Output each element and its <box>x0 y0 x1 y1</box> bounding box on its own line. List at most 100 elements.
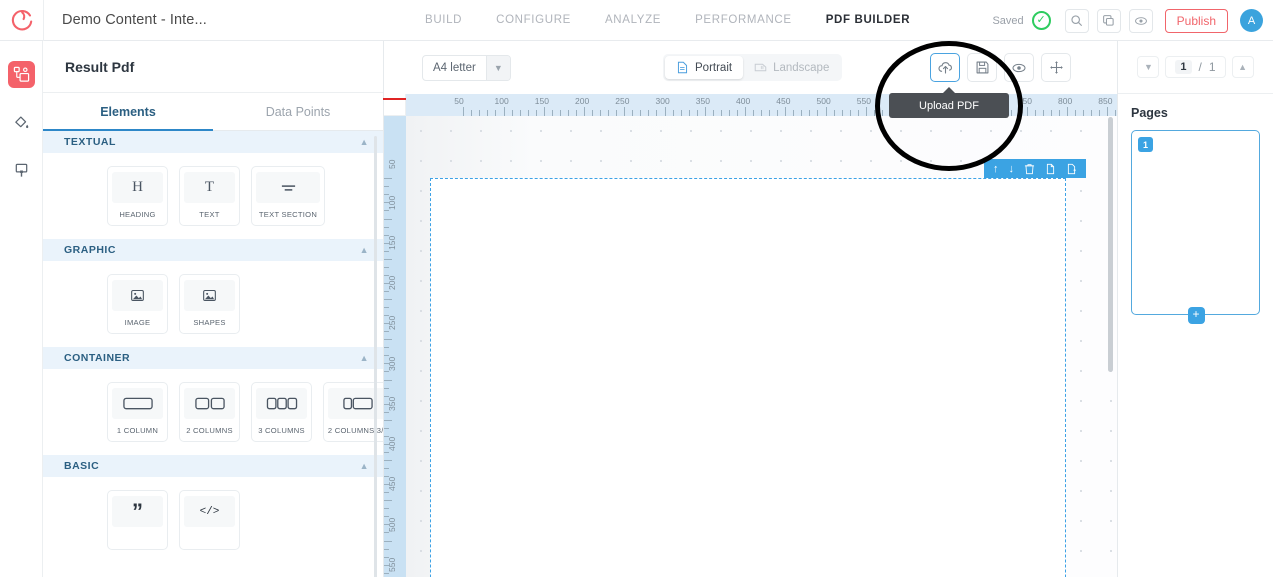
chevron-up-icon[interactable]: ▲ <box>1231 56 1254 78</box>
ruler-tick <box>384 460 392 461</box>
page-separator: / <box>1198 60 1202 74</box>
ruler-tick <box>384 572 389 574</box>
tile-row-graphic: IMAGE SHAPES <box>43 261 383 347</box>
ruler-tick-label: 200 <box>575 96 590 106</box>
chevron-down-icon[interactable]: ▼ <box>1137 56 1160 78</box>
orientation-toggle: Portrait Landscape <box>663 54 843 81</box>
page-indicator[interactable]: 1 / 1 <box>1165 56 1226 78</box>
saved-status-label: Saved <box>992 14 1024 27</box>
nav-item-performance[interactable]: PERFORMANCE <box>678 0 809 41</box>
element-tile-shapes[interactable]: SHAPES <box>179 274 240 334</box>
ruler-tick <box>384 540 392 542</box>
paint-bucket-icon[interactable] <box>8 109 35 136</box>
text-section-icon <box>256 172 320 203</box>
theme-icon[interactable] <box>8 157 35 184</box>
ruler-tick <box>745 107 746 116</box>
page-thumbnail[interactable] <box>1131 130 1260 315</box>
eye-icon[interactable] <box>1004 53 1034 82</box>
section-header-graphic[interactable]: GRAPHIC ▲ <box>43 239 383 261</box>
page-size-value: A4 letter <box>433 61 476 74</box>
orientation-landscape[interactable]: Landscape <box>743 56 840 79</box>
ruler-tick <box>384 299 392 300</box>
upload-cloud-icon[interactable] <box>930 53 960 82</box>
page-size-select[interactable]: A4 letter ▼ <box>422 54 511 81</box>
brand-logo-icon[interactable] <box>0 0 44 41</box>
elements-panel: Result Pdf Elements Data Points TEXTUAL … <box>43 41 384 577</box>
vertical-ruler: 50100150200250300350400450500550600 <box>384 116 406 577</box>
element-tile-heading[interactable]: H HEADING <box>107 166 168 226</box>
ruler-tick <box>384 371 389 373</box>
chevron-up-icon: ▲ <box>359 353 369 363</box>
publish-button[interactable]: Publish <box>1164 8 1228 33</box>
move-down-icon[interactable]: ↓ <box>1009 163 1015 175</box>
page-sheet[interactable] <box>430 178 1066 577</box>
eye-icon[interactable] <box>1128 8 1153 33</box>
section-header-container[interactable]: CONTAINER ▲ <box>43 347 383 369</box>
tile-row-textual: H HEADING T TEXT TEXT SECTION <box>43 153 383 239</box>
pages-title: Pages <box>1131 106 1168 120</box>
tab-data-points[interactable]: Data Points <box>213 93 383 130</box>
add-page-icon[interactable] <box>1066 163 1077 175</box>
ruler-tick-label: 50 <box>387 159 397 170</box>
check-circle-icon: ✓ <box>1031 11 1051 30</box>
page-canvas[interactable]: ↑ ↓ <box>406 116 1117 577</box>
ruler-tick <box>384 468 389 470</box>
element-tile-text[interactable]: T TEXT <box>179 166 240 226</box>
element-tile-text-section[interactable]: TEXT SECTION <box>251 166 325 226</box>
nav-item-build[interactable]: BUILD <box>408 0 479 41</box>
element-tile-label: TEXT <box>199 210 220 219</box>
ruler-tick <box>624 107 626 116</box>
nav-item-pdf-builder[interactable]: PDF BUILDER <box>809 0 927 41</box>
element-tile-quote[interactable]: ” QUOTE <box>107 490 168 550</box>
orientation-landscape-label: Landscape <box>773 61 830 74</box>
section-header-textual[interactable]: TEXTUAL ▲ <box>43 131 383 153</box>
search-icon[interactable] <box>1064 8 1089 33</box>
element-tile-label: HEADING <box>119 210 156 219</box>
orientation-portrait-label: Portrait <box>695 61 733 74</box>
ruler-tick <box>384 178 392 180</box>
delete-icon[interactable] <box>1024 163 1035 175</box>
ruler-tick <box>785 107 787 116</box>
ruler-tick-label: 400 <box>387 436 397 451</box>
orientation-portrait[interactable]: Portrait <box>665 56 744 79</box>
element-tile-label: IMAGE <box>124 318 151 327</box>
structure-icon[interactable] <box>7 61 35 88</box>
move-up-icon[interactable]: ↑ <box>993 163 999 175</box>
canvas-scrollbar[interactable] <box>1108 117 1113 372</box>
horizontal-ruler: 5010015020025030035040045050055060065070… <box>406 94 1117 116</box>
floppy-disk-icon[interactable] <box>967 53 997 82</box>
nav-item-analyze[interactable]: ANALYZE <box>588 0 678 41</box>
avatar[interactable]: A <box>1240 9 1263 32</box>
chevron-up-icon: ▲ <box>359 137 369 147</box>
duplicate-icon[interactable] <box>1045 163 1056 175</box>
element-tile-2-columns[interactable]: 2 COLUMNS <box>179 382 240 442</box>
ruler-tick-label: 750 <box>1017 96 1032 106</box>
document-title: Demo Content - Inte... <box>62 12 207 28</box>
chevron-up-icon: ▲ <box>359 245 369 255</box>
element-tile-3-columns[interactable]: 3 COLUMNS <box>251 382 312 442</box>
element-tile-label: 1 COLUMN <box>116 426 159 435</box>
move-arrows-icon[interactable] <box>1041 53 1071 82</box>
ruler-tick <box>384 218 392 220</box>
tile-row-container: 1 COLUMN 2 COLUMNS 3 COLUMNS 2 COLUMNS 3… <box>43 369 383 455</box>
upload-pdf-tooltip: Upload PDF <box>889 87 1009 118</box>
landscape-page-icon <box>754 63 767 72</box>
element-tile-code[interactable]: </> CODE <box>179 490 240 550</box>
ruler-tick-label: 550 <box>856 96 871 106</box>
section-header-basic[interactable]: BASIC ▲ <box>43 455 383 477</box>
ruler-corner <box>383 94 407 116</box>
ruler-tick <box>1107 107 1109 116</box>
ruler-tick <box>584 107 585 116</box>
code-icon: </> <box>184 496 235 527</box>
left-rail <box>0 41 43 577</box>
element-tile-1-column[interactable]: 1 COLUMN <box>107 382 168 442</box>
ruler-tick-label: 450 <box>387 477 397 492</box>
element-tile-image[interactable]: IMAGE <box>107 274 168 334</box>
nav-item-configure[interactable]: CONFIGURE <box>479 0 588 41</box>
ruler-tick-label: 500 <box>816 96 831 106</box>
ruler-tick <box>384 307 389 309</box>
panel-scrollbar[interactable] <box>374 136 377 577</box>
add-page-button[interactable]: + <box>1187 307 1205 324</box>
tab-elements[interactable]: Elements <box>43 93 213 131</box>
copy-icon[interactable] <box>1096 8 1121 33</box>
